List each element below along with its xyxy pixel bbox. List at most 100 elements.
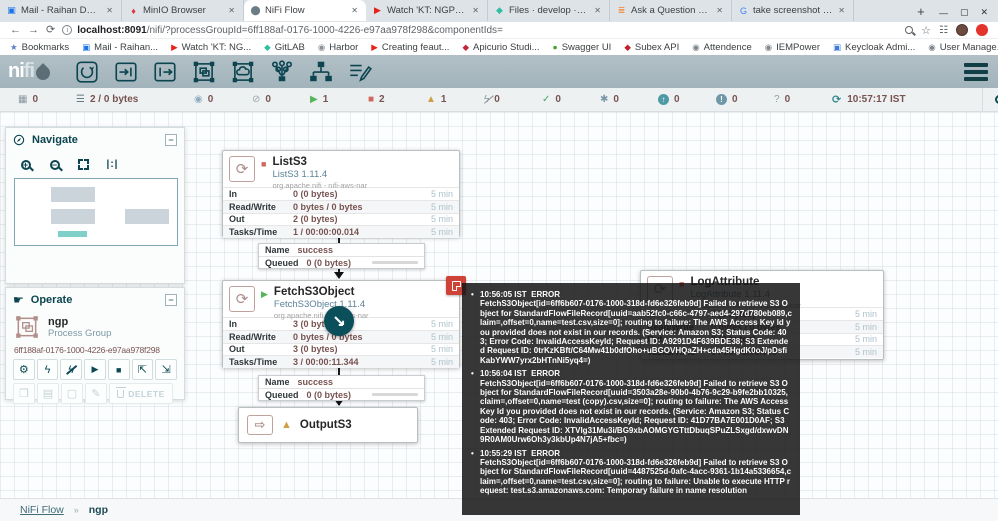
template-component-icon[interactable] (308, 59, 334, 85)
browser-tab[interactable]: ⬤NiFi Flow✕ (244, 0, 366, 21)
color-button[interactable]: ✎ (85, 383, 107, 404)
zoom-out-button[interactable]: − (42, 154, 67, 175)
enable-button[interactable]: ϟ (37, 359, 59, 380)
browser-tab[interactable]: ▶Watch 'KT: NGP Project S✕ (366, 0, 488, 21)
configuration-button[interactable]: ⚙ (13, 359, 35, 380)
bookmark-favicon-icon: ◉ (928, 42, 935, 53)
group-selection-button[interactable]: ▢ (61, 383, 83, 404)
tab-close-icon[interactable]: ✕ (349, 5, 360, 16)
reading-list-icon[interactable]: ☷ (939, 25, 948, 36)
bookmark-star-icon[interactable]: ☆ (921, 24, 931, 37)
stat-value: 0 bytes / 0 bytes (293, 332, 431, 342)
tab-close-icon[interactable]: ✕ (104, 5, 115, 16)
site-info-icon[interactable]: i (62, 25, 72, 35)
browser-tab[interactable]: ▣Mail - Raihan Dowllah - O✕ (0, 0, 122, 21)
bookmark-label: IEMPower (776, 42, 820, 53)
status-sync-failure: ?0 (774, 94, 832, 105)
browser-tab[interactable]: ♦MinIO Browser✕ (122, 0, 244, 21)
remote-process-group-component-icon[interactable] (230, 59, 256, 85)
delete-button[interactable]: DELETE (109, 383, 173, 404)
bookmark-item[interactable]: ◉Attendence (692, 42, 752, 53)
paste-button[interactable]: ▤ (37, 383, 59, 404)
process-group-component-icon[interactable] (191, 59, 217, 85)
close-window-button[interactable]: ✕ (980, 7, 988, 18)
status-active-threads: ▦0 (18, 94, 76, 105)
birdseye-minimap[interactable] (14, 178, 178, 246)
forward-icon[interactable]: → (28, 25, 39, 36)
tab-close-icon[interactable]: ✕ (592, 5, 603, 16)
zoom-in-button[interactable]: + (13, 154, 38, 175)
output-port-component-icon[interactable] (152, 59, 178, 85)
status-active-threads-count: 0 (32, 94, 38, 105)
bookmark-item[interactable]: ▣Keycloak Admi... (833, 42, 915, 53)
connection-name-row: Namesuccess (259, 376, 424, 388)
output-port-outputs3[interactable]: ⇨ ▲ OutputS3 (238, 407, 418, 443)
bookmark-item[interactable]: ▶Creating feaut... (371, 42, 449, 53)
browser-tab[interactable]: ◆Files · develop · NGP / dat✕ (488, 0, 610, 21)
label-component-icon[interactable] (347, 59, 373, 85)
bookmark-item[interactable]: ◆Apicurio Studi... (462, 42, 539, 53)
tab-close-icon[interactable]: ✕ (714, 5, 725, 16)
status-disabled-count: 0 (494, 94, 500, 105)
group-button[interactable]: ⇱ (132, 359, 154, 380)
processor-component-icon[interactable] (74, 59, 100, 85)
bookmark-item[interactable]: ◆GitLAB (264, 42, 305, 53)
reload-icon[interactable]: ⟳ (46, 25, 55, 36)
connection-label[interactable]: NamesuccessQueued0 (0 bytes) (258, 243, 425, 269)
bulletin-time-level: 10:56:04 IST ERROR (480, 369, 792, 378)
mouse-cursor (324, 306, 354, 336)
not-transmitting-icon: ⊘ (252, 95, 260, 105)
tab-close-icon[interactable]: ✕ (226, 5, 237, 16)
profile-avatar[interactable] (956, 24, 968, 36)
bookmark-item[interactable]: ★Bookmarks (10, 42, 69, 53)
tab-close-icon[interactable]: ✕ (470, 5, 481, 16)
breadcrumb-root-link[interactable]: NiFi Flow (20, 504, 64, 516)
disable-button[interactable]: ϟ (60, 359, 82, 380)
extension-icon[interactable] (976, 24, 988, 36)
start-button[interactable]: ▶ (84, 359, 106, 380)
flow-canvas[interactable]: Navigate − + − |:| ☛ Operate − (0, 112, 998, 498)
zoom-actual-size-button[interactable]: |:| (100, 154, 125, 175)
maximize-window-button[interactable]: ▢ (960, 7, 969, 18)
minimize-window-button[interactable]: — (939, 8, 948, 18)
minimap-processor-block (51, 209, 95, 224)
status-up-to-date-count: 0 (555, 94, 561, 105)
browser-tab[interactable]: Gtake screenshot in ubunt✕ (732, 0, 854, 21)
bookmark-item[interactable]: ◆Subex API (624, 42, 679, 53)
bookmark-item[interactable]: ◉User Manage... (928, 42, 998, 53)
bookmarks-bar: ★Bookmarks ▣Mail - Raihan... ▶Watch 'KT: N… (0, 39, 998, 55)
bookmark-item[interactable]: ◉Harbor (318, 42, 358, 53)
bookmark-item[interactable]: ◉IEMPower (765, 42, 820, 53)
connection-queued-label: Queued (265, 258, 299, 268)
navigate-collapse-button[interactable]: − (165, 134, 177, 146)
queue-size-bar (372, 393, 418, 396)
ungroup-button[interactable]: ⇲ (155, 359, 177, 380)
bookmark-item[interactable]: ▶Watch 'KT: NG... (171, 42, 251, 53)
new-tab-button[interactable]: + (909, 1, 933, 22)
tab-close-icon[interactable]: ✕ (836, 5, 847, 16)
search-button[interactable] (982, 88, 998, 111)
bookmark-item[interactable]: ▣Mail - Raihan... (82, 42, 158, 53)
status-locally-modified: ✱0 (600, 94, 658, 105)
browser-tab[interactable]: ≣Ask a Question - Stack Ov✕ (610, 0, 732, 21)
stop-button[interactable]: ■ (108, 359, 130, 380)
global-menu-icon[interactable] (962, 61, 990, 83)
bookmark-item[interactable]: ●Swagger UI (553, 42, 612, 53)
url-field[interactable]: i localhost:8091/nifi/?processGroupId=6f… (62, 25, 898, 36)
process-group-icon (14, 314, 40, 340)
back-icon[interactable]: ← (10, 25, 21, 36)
processor-type-icon: ⟳ (229, 156, 255, 182)
stat-value: 3 (0 bytes) (293, 319, 431, 329)
connection-label[interactable]: NamesuccessQueued0 (0 bytes) (258, 375, 425, 401)
zoom-fit-button[interactable] (71, 154, 96, 175)
zoom-icon[interactable] (905, 26, 913, 34)
funnel-component-icon[interactable] (269, 59, 295, 85)
input-port-component-icon[interactable] (113, 59, 139, 85)
processor-list-s3[interactable]: ⟳■ListS3ListS3 1.11.4org.apache.nifi - n… (222, 150, 460, 237)
copy-button[interactable]: ❐ (13, 383, 35, 404)
refresh-icon[interactable]: ⟳ (832, 93, 841, 106)
processor-stat-row: In0 (0 bytes)5 min (223, 187, 459, 200)
minio-favicon-icon: ♦ (128, 6, 139, 16)
operate-collapse-button[interactable]: − (165, 294, 177, 306)
processor-type: ListS3 1.11.4 (272, 169, 367, 180)
